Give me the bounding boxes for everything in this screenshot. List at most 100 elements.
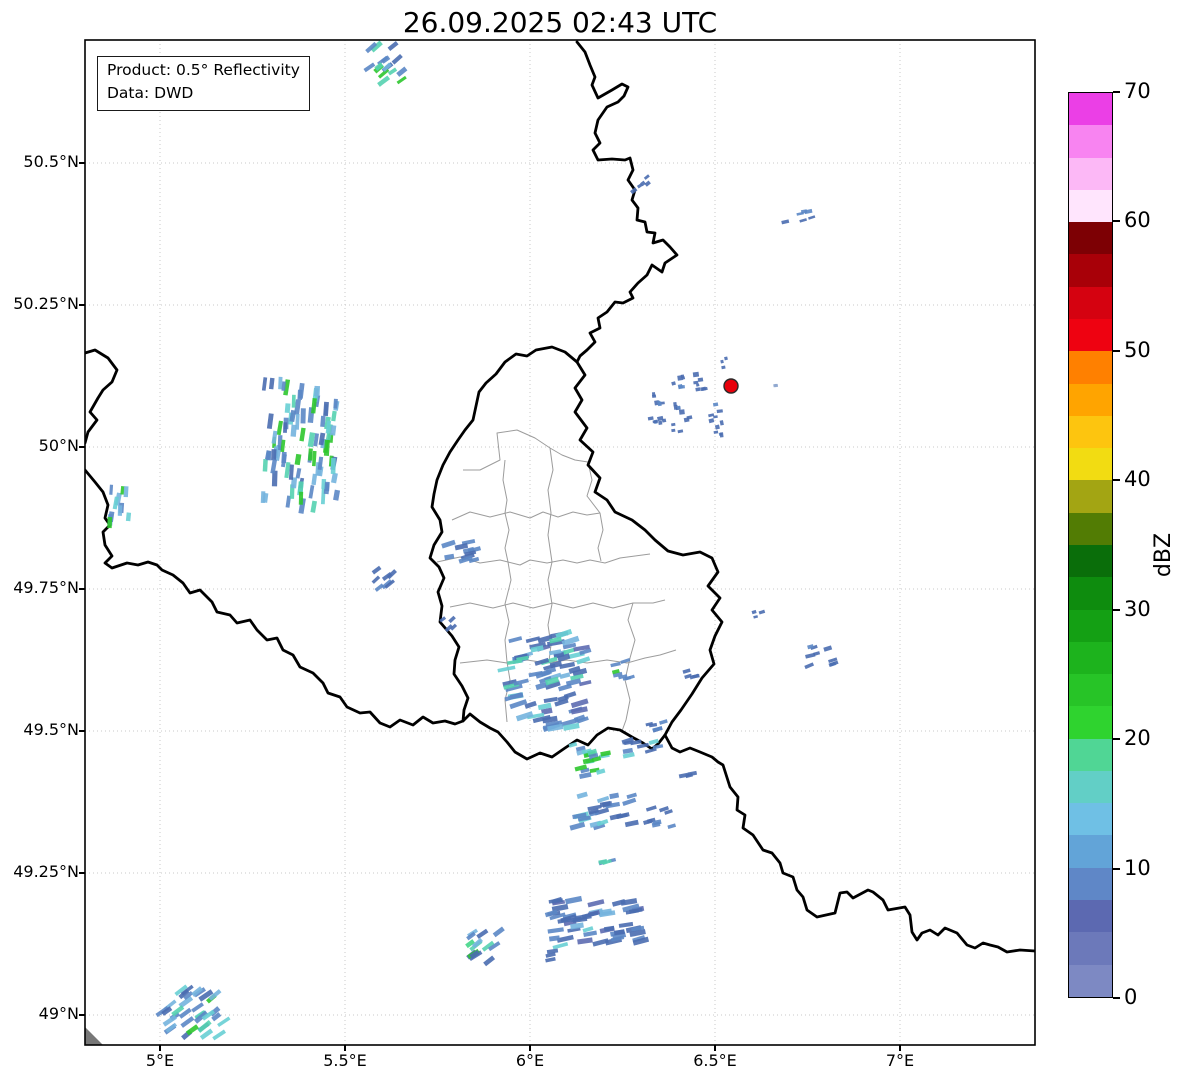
echo-bin — [587, 899, 604, 907]
echo-bin — [191, 1002, 204, 1012]
echo-bin — [658, 421, 662, 425]
echo-bin — [569, 822, 585, 831]
x-tick-label: 5.5°E — [323, 1051, 367, 1070]
colorbar-segment — [1069, 158, 1112, 190]
colorbar-tick-label: 20 — [1124, 726, 1151, 750]
colorbar-segment — [1069, 545, 1112, 577]
echo-bin — [679, 409, 685, 415]
echo-bin — [577, 937, 593, 944]
echo-bin — [823, 645, 832, 651]
echo-bin — [721, 366, 725, 370]
colorbar-tick-label: 50 — [1124, 338, 1151, 362]
echo-cluster-speckle-v7 — [708, 402, 724, 437]
echo-bin — [372, 576, 381, 584]
echo-bin — [476, 929, 488, 939]
product-line: Product: 0.5° Reflectivity — [107, 59, 300, 82]
echo-bin — [295, 454, 302, 465]
echo-cluster-left-edge-cluster — [107, 485, 131, 529]
colorbar-segment — [1069, 610, 1112, 642]
colorbar-segment — [1069, 351, 1112, 383]
echo-bin — [301, 408, 306, 423]
colorbar-segment — [1069, 771, 1112, 803]
echo-bin — [297, 390, 302, 400]
colorbar-segment — [1069, 448, 1112, 480]
echo-bin — [363, 62, 375, 72]
echo-bin — [217, 1016, 230, 1027]
echo-bin — [441, 540, 456, 549]
y-axis-tick — [79, 446, 85, 448]
echo-bin — [331, 473, 338, 484]
echo-bin — [310, 501, 317, 513]
colorbar-tick — [1113, 479, 1120, 481]
echo-cluster-cluster-s2 — [545, 949, 558, 963]
y-tick-label: 49°N — [0, 1004, 79, 1023]
echo-bin — [671, 423, 675, 426]
echo-cluster-cluster-k — [682, 668, 699, 679]
echo-bin — [684, 417, 690, 422]
echo-cluster-speck-ne-1 — [630, 174, 651, 194]
echo-bin — [263, 459, 268, 472]
echo-bin — [372, 566, 382, 575]
echo-bin — [186, 1024, 199, 1035]
echo-bin — [333, 399, 338, 409]
colorbar-segment — [1069, 416, 1112, 448]
canton-border-line — [463, 430, 588, 470]
echo-bin — [126, 512, 131, 521]
x-tick-label: 6.5°E — [693, 1051, 737, 1070]
echo-cluster-cluster-t — [465, 927, 505, 967]
echo-bin — [448, 616, 456, 623]
echo-bin — [388, 67, 397, 75]
echo-bin — [693, 372, 699, 378]
echo-bin — [309, 485, 315, 499]
echo-bin — [109, 485, 113, 495]
colorbar-tick — [1113, 868, 1120, 870]
y-axis-tick — [79, 304, 85, 306]
echo-bin — [396, 67, 407, 77]
echo-bin — [271, 449, 276, 460]
country-borders — [85, 42, 1035, 952]
colorbar-tick — [1113, 609, 1120, 611]
echo-cluster-south-cluster — [545, 896, 649, 950]
echo-bin — [677, 375, 683, 381]
echo-bin — [483, 955, 495, 966]
colorbar-segment — [1069, 254, 1112, 286]
data-source-line: Data: DWD — [107, 82, 300, 105]
echo-bin — [324, 482, 329, 491]
echo-bin — [444, 554, 454, 560]
echo-bin — [292, 395, 296, 408]
colorbar-segment — [1069, 319, 1112, 351]
echo-bin — [548, 927, 564, 933]
echo-bin — [311, 474, 317, 486]
echo-bin — [616, 812, 630, 819]
echo-bin — [308, 448, 313, 460]
echo-cluster-cluster-o — [679, 771, 697, 779]
echo-bin — [283, 422, 287, 433]
echo-bin — [805, 653, 815, 659]
border-france-germany — [665, 735, 1035, 952]
echo-bin — [682, 668, 690, 673]
y-axis-tick — [79, 162, 85, 164]
echo-cluster-speckle-v8 — [773, 384, 778, 388]
echo-bin — [526, 636, 541, 643]
echo-bin — [331, 458, 336, 474]
echo-bin — [269, 378, 275, 390]
echo-bin — [713, 402, 718, 406]
echo-bin — [547, 949, 558, 954]
echo-bin — [626, 793, 637, 799]
colorbar-tick-label: 30 — [1124, 597, 1151, 621]
echo-bin — [272, 431, 278, 444]
echo-bin — [107, 517, 112, 528]
echo-bin — [559, 672, 570, 679]
colorbar-segment — [1069, 674, 1112, 706]
plot-frame — [85, 40, 1035, 1045]
echo-bin — [612, 899, 626, 907]
colorbar-segment — [1069, 932, 1112, 964]
echo-cluster-speck-ne-2 — [781, 209, 815, 225]
echo-bin — [285, 403, 291, 413]
echo-bin — [715, 424, 720, 429]
radar-site-marker — [724, 379, 738, 393]
echo-bin — [324, 440, 330, 456]
colorbar-segment — [1069, 803, 1112, 835]
echo-bin — [577, 792, 588, 799]
echo-bin — [804, 662, 814, 669]
